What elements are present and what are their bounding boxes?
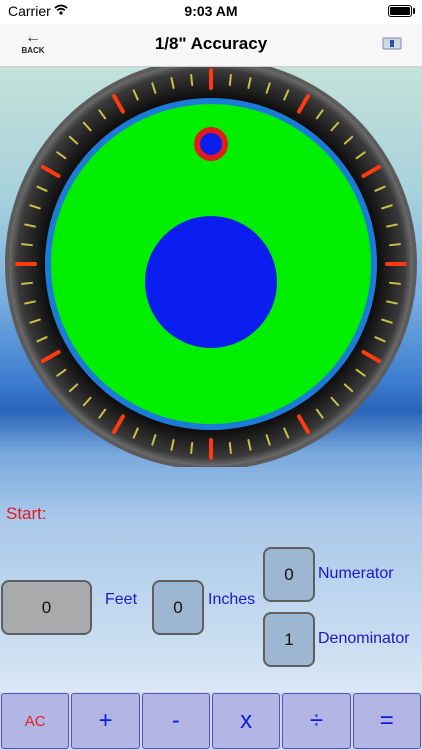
clear-button[interactable]: AC [1, 693, 70, 749]
minor-tick [190, 442, 194, 454]
equals-button[interactable]: = [352, 693, 421, 749]
battery-icon [388, 5, 415, 17]
minor-tick [389, 243, 401, 247]
inches-input[interactable] [152, 580, 204, 635]
status-bar: Carrier 9:03 AM [0, 0, 422, 24]
minor-tick [228, 74, 232, 86]
inches-label: Inches [208, 591, 256, 608]
feet-label: Feet [105, 591, 138, 608]
denominator-label: Denominator [318, 630, 410, 647]
start-label: Start: [6, 504, 47, 523]
minor-tick [190, 74, 194, 86]
feet-input[interactable] [1, 580, 92, 635]
minor-tick [21, 243, 33, 247]
numerator-input[interactable] [263, 547, 315, 602]
edge-indicator-dot [200, 133, 222, 155]
minor-tick [389, 281, 401, 285]
denominator-input[interactable] [263, 612, 315, 667]
e-menu-icon[interactable] [382, 36, 402, 51]
bubble-level-gauge [5, 67, 417, 467]
page-title: 1/8" Accuracy [154, 34, 268, 53]
calculator-keypad: AC + - x ÷ = [0, 692, 422, 750]
minus-button[interactable]: - [141, 693, 210, 749]
divide-button[interactable]: ÷ [282, 693, 351, 749]
level-bubble [145, 216, 277, 348]
minor-tick [21, 281, 33, 285]
status-time: 9:03 AM [184, 3, 238, 19]
numerator-label: Numerator [318, 565, 394, 582]
minor-tick [228, 442, 232, 454]
navigation-bar: ← BACK 1/8" Accuracy [0, 24, 422, 67]
plus-button[interactable]: + [71, 693, 140, 749]
multiply-button[interactable]: x [211, 693, 281, 749]
